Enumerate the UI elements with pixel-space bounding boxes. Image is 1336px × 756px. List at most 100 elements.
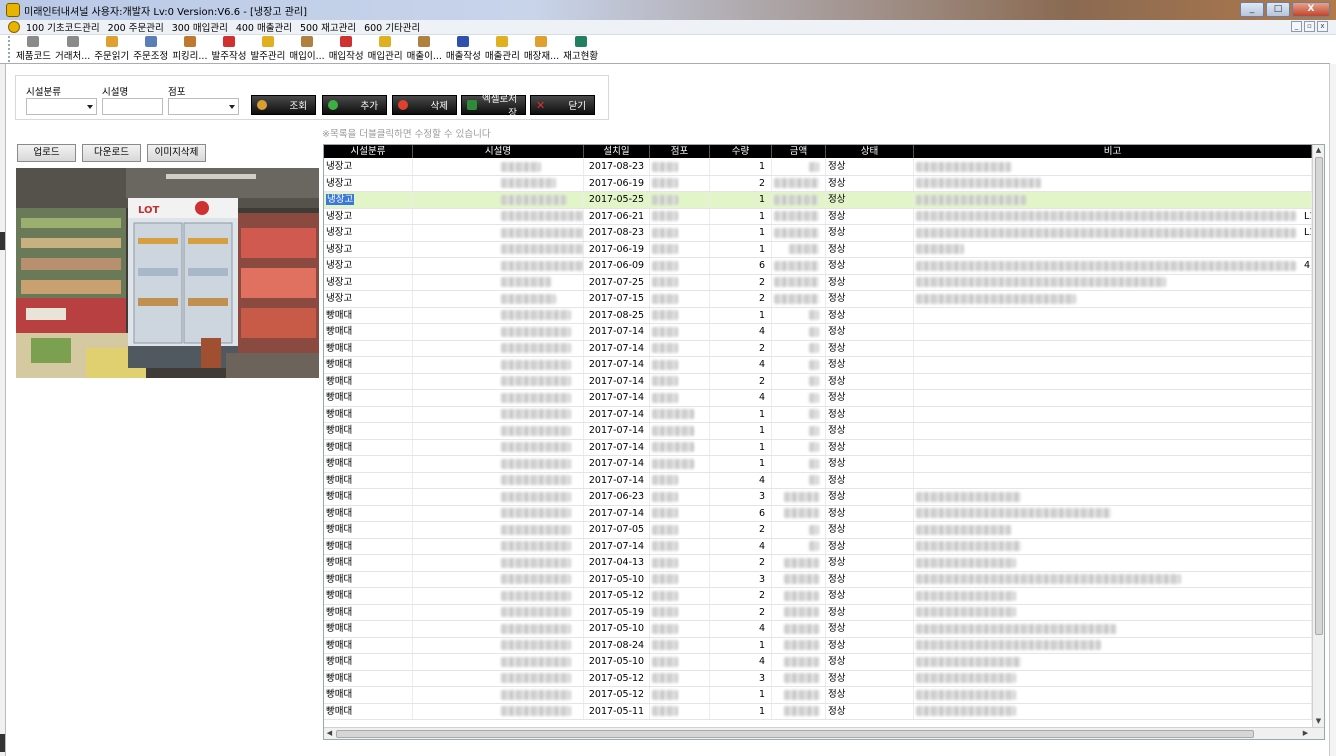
toolbar-button-12[interactable]: 매출관리 bbox=[485, 36, 520, 62]
table-row[interactable]: 빵매대 2017-07-14 4 정상 bbox=[324, 390, 1312, 407]
table-row[interactable]: 빵매대 2017-08-25 1 정상 bbox=[324, 307, 1312, 324]
redacted-text bbox=[916, 590, 1016, 601]
redacted-text bbox=[501, 607, 571, 617]
table-row[interactable]: 빵매대 2017-05-19 2 정상 bbox=[324, 604, 1312, 621]
table-row[interactable]: 빵매대 2017-07-14 6 정상 bbox=[324, 505, 1312, 522]
toolbar-button-7[interactable]: 매입이... bbox=[289, 36, 325, 62]
close-window-button[interactable]: X bbox=[1292, 2, 1330, 17]
toolbar-button-13[interactable]: 매장재... bbox=[524, 36, 559, 62]
table-row[interactable]: 빵매대 2017-06-23 3 정상 bbox=[324, 489, 1312, 506]
toolbar-button-11[interactable]: 매출작성 bbox=[446, 36, 481, 62]
cell-date: 2017-05-19 bbox=[584, 604, 650, 620]
grid-header-col-name[interactable]: 시설명 bbox=[413, 145, 584, 158]
table-row[interactable]: 빵매대 2017-07-14 1 정상 bbox=[324, 456, 1312, 473]
table-row[interactable]: 빵매대 2017-07-14 2 정상 bbox=[324, 340, 1312, 357]
cell-note bbox=[914, 406, 1312, 422]
vertical-scroll-thumb[interactable] bbox=[1315, 157, 1323, 635]
grid-header-col-qty[interactable]: 수량 bbox=[710, 145, 772, 158]
table-row[interactable]: 빵매대 2017-07-14 4 정상 bbox=[324, 538, 1312, 555]
table-row[interactable]: 빵매대 2017-05-10 4 정상 bbox=[324, 621, 1312, 638]
cell-name bbox=[413, 604, 584, 620]
horizontal-scrollbar[interactable]: ◀ ▶ bbox=[324, 727, 1324, 739]
toolbar-button-4[interactable]: 피킹리... bbox=[172, 36, 207, 62]
close-button[interactable]: ✕ 닫기 bbox=[530, 95, 595, 115]
mdi-restore-button[interactable]: ▫ bbox=[1304, 21, 1315, 32]
excel-export-button[interactable]: 엑셀로저장 bbox=[461, 94, 526, 119]
table-row[interactable]: 냉장고 2017-07-25 2 정상 bbox=[324, 274, 1312, 291]
vertical-scrollbar[interactable]: ▲ ▼ bbox=[1312, 145, 1324, 727]
redacted-text bbox=[501, 574, 571, 584]
maximize-button[interactable]: □ bbox=[1266, 2, 1290, 17]
table-row[interactable]: 냉장고 2017-06-19 2 정상 bbox=[324, 175, 1312, 192]
store-select[interactable] bbox=[168, 98, 239, 115]
table-row[interactable]: 빵매대 2017-07-14 4 정상 bbox=[324, 472, 1312, 489]
menu-basic-codes[interactable]: 100 기초코드관리 bbox=[26, 20, 100, 34]
table-row[interactable]: 빵매대 2017-07-14 4 정상 bbox=[324, 357, 1312, 374]
table-row[interactable]: 냉장고 2017-06-21 1 정상 L1 bbox=[324, 208, 1312, 225]
toolbar-button-10[interactable]: 매출이... bbox=[407, 36, 442, 62]
toolbar-button-2[interactable]: 주문읽기 bbox=[94, 36, 129, 62]
table-row[interactable]: 빵매대 2017-07-14 1 정상 bbox=[324, 423, 1312, 440]
grid-header-col-date[interactable]: 설치일 bbox=[584, 145, 650, 158]
minimize-button[interactable]: _ bbox=[1240, 2, 1264, 17]
download-button[interactable]: 다운로드 bbox=[82, 144, 141, 162]
table-row[interactable]: 빵매대 2017-07-14 1 정상 bbox=[324, 406, 1312, 423]
table-row[interactable]: 빵매대 2017-07-14 1 정상 bbox=[324, 439, 1312, 456]
add-button[interactable]: 추가 bbox=[322, 95, 387, 115]
mdi-minimize-button[interactable]: _ bbox=[1291, 21, 1302, 32]
delete-image-button[interactable]: 이미지삭제 bbox=[147, 144, 206, 162]
table-row[interactable]: 빵매대 2017-07-14 4 정상 bbox=[324, 324, 1312, 341]
menu-purchases[interactable]: 300 매입관리 bbox=[172, 20, 228, 34]
scroll-down-icon[interactable]: ▼ bbox=[1313, 716, 1324, 727]
table-row[interactable]: 빵매대 2017-05-12 2 정상 bbox=[324, 588, 1312, 605]
grid-header-col-note[interactable]: 비고 bbox=[914, 145, 1312, 158]
name-input[interactable] bbox=[102, 98, 163, 115]
category-select[interactable] bbox=[26, 98, 97, 115]
scroll-left-icon[interactable]: ◀ bbox=[324, 728, 335, 739]
menu-orders[interactable]: 200 주문관리 bbox=[108, 20, 164, 34]
menu-etc[interactable]: 600 기타관리 bbox=[364, 20, 420, 34]
table-row[interactable]: 빵매대 2017-05-10 4 정상 bbox=[324, 654, 1312, 671]
menu-sales[interactable]: 400 매출관리 bbox=[236, 20, 292, 34]
menu-inventory[interactable]: 500 재고관리 bbox=[300, 20, 356, 34]
category-text: 빵매대 bbox=[326, 524, 353, 535]
scroll-up-icon[interactable]: ▲ bbox=[1313, 145, 1324, 156]
cell-store bbox=[650, 274, 710, 290]
table-row[interactable]: 빵매대 2017-04-13 2 정상 bbox=[324, 555, 1312, 572]
menu-app-icon[interactable] bbox=[8, 21, 20, 33]
toolbar-button-6[interactable]: 발주관리 bbox=[250, 36, 285, 62]
table-row[interactable]: 냉장고 2017-06-09 6 정상 4,5 bbox=[324, 258, 1312, 275]
table-row[interactable]: 냉장고 2017-08-23 1 정상 L1 bbox=[324, 225, 1312, 242]
mdi-close-button[interactable]: x bbox=[1317, 21, 1328, 32]
table-row[interactable]: 빵매대 2017-08-24 1 정상 bbox=[324, 637, 1312, 654]
table-row[interactable]: 빵매대 2017-05-12 1 정상 bbox=[324, 687, 1312, 704]
horizontal-scroll-thumb[interactable] bbox=[336, 730, 1254, 738]
table-row[interactable]: 빵매대 2017-07-14 2 정상 bbox=[324, 373, 1312, 390]
redacted-text bbox=[809, 475, 819, 485]
toolbar-button-1[interactable]: 거래처... bbox=[55, 36, 90, 62]
table-row[interactable]: 빵매대 2017-05-12 3 정상 bbox=[324, 670, 1312, 687]
toolbar-button-5[interactable]: 발주작성 bbox=[211, 36, 246, 62]
table-row[interactable]: 냉장고 2017-05-25 1 정상 bbox=[324, 192, 1312, 209]
scroll-right-icon[interactable]: ▶ bbox=[1300, 728, 1311, 739]
table-row[interactable]: 냉장고 2017-07-15 2 정상 bbox=[324, 291, 1312, 308]
table-row[interactable]: 냉장고 2017-06-19 1 정상 bbox=[324, 241, 1312, 258]
redacted-text bbox=[916, 673, 1016, 683]
toolbar-button-14[interactable]: 재고현황 bbox=[563, 36, 598, 62]
grid-header-col-status[interactable]: 상태 bbox=[826, 145, 914, 158]
search-button[interactable]: 조회 bbox=[251, 95, 316, 115]
toolbar-button-8[interactable]: 매입작성 bbox=[329, 36, 364, 62]
table-row[interactable]: 냉장고 2017-08-23 1 정상 bbox=[324, 159, 1312, 176]
table-row[interactable]: 빵매대 2017-05-11 1 정상 bbox=[324, 703, 1312, 720]
grid-header-col-store[interactable]: 점포 bbox=[650, 145, 710, 158]
toolbar-button-9[interactable]: 매입관리 bbox=[368, 36, 403, 62]
toolbar-button-0[interactable]: 제품코드 bbox=[16, 36, 51, 62]
facility-grid[interactable]: 시설분류 시설명 설치일 점포 수량 금액 상태 비고 냉장고 2017-08-23 1 정상 냉장고… bbox=[323, 144, 1325, 740]
grid-header-col-amount[interactable]: 금액 bbox=[772, 145, 826, 158]
toolbar-button-3[interactable]: 주문조정 bbox=[133, 36, 168, 62]
table-row[interactable]: 빵매대 2017-07-05 2 정상 bbox=[324, 522, 1312, 539]
upload-button[interactable]: 업로드 bbox=[17, 144, 76, 162]
grid-header-col-category[interactable]: 시설분류 bbox=[324, 145, 413, 158]
delete-button[interactable]: 삭제 bbox=[392, 95, 457, 115]
table-row[interactable]: 빵매대 2017-05-10 3 정상 bbox=[324, 571, 1312, 588]
